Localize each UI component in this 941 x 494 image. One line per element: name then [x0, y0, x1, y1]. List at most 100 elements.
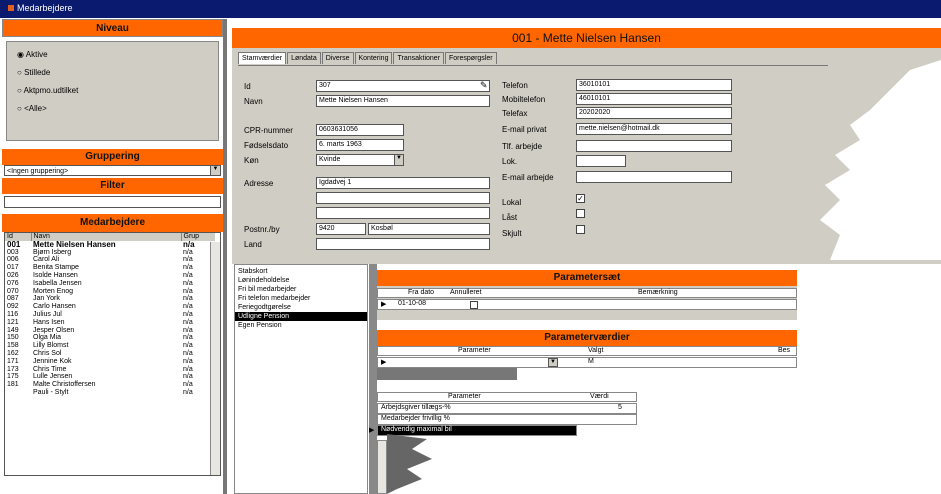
employee-name: Carol Ali — [33, 256, 60, 264]
chevron-down-icon[interactable]: ▼ — [394, 155, 403, 165]
employee-id: 076 — [7, 279, 19, 287]
table-row[interactable]: 092 Carlo Hansen n/a — [5, 303, 215, 311]
tab-4[interactable]: Transaktioner — [393, 52, 445, 64]
chevron-down-icon[interactable]: ▼ — [210, 166, 220, 175]
lok-field[interactable] — [576, 155, 626, 167]
annulleret-checkbox[interactable] — [470, 301, 478, 309]
mobil-field[interactable]: 46010101 — [576, 93, 732, 105]
table-row[interactable]: 003 Bjørn Isberg n/a — [5, 249, 215, 257]
list-item[interactable]: Lønindeholdelse — [235, 276, 367, 285]
email-privat-field[interactable]: mette.nielsen@hotmail.dk — [576, 123, 732, 135]
column-parameter[interactable]: Parameter — [458, 347, 491, 354]
niveau-option[interactable]: ○ Aktpmo.udtilket — [17, 86, 78, 104]
email-arbejde-field[interactable] — [576, 171, 732, 183]
list-item[interactable]: Stabskort — [235, 267, 367, 276]
employee-id: 003 — [7, 248, 19, 256]
employee-name: Malte Christoffersen — [33, 381, 96, 389]
splitter[interactable] — [369, 264, 377, 494]
niveau-option[interactable]: ○ Stillede — [17, 68, 78, 86]
tab-3[interactable]: Kontering — [354, 52, 393, 64]
table-row[interactable]: 162 Chris Sol n/a — [5, 350, 215, 358]
fradato-value: 01-10-08 — [398, 300, 427, 307]
column-annulleret[interactable]: Annulleret — [450, 289, 482, 296]
column-bemaerkning[interactable]: Bemærkning — [638, 289, 678, 296]
table-row[interactable]: Medarbejder frivillig % — [377, 414, 637, 425]
niveau-option[interactable]: ◉ Aktive — [17, 50, 78, 68]
row-pointer-icon: ▶ — [381, 301, 387, 308]
table-row[interactable]: 116 Julius Jul n/a — [5, 311, 215, 319]
radio-icon[interactable]: ○ — [17, 86, 22, 95]
left-panel: Niveau ◉ Aktive ○ Stillede ○ Aktpmo.udtilk… — [2, 19, 227, 494]
tab-0[interactable]: Stamværdier — [238, 52, 287, 64]
employee-name: Chris Time — [33, 365, 67, 373]
adresse-field-1[interactable]: Igdadvej 1 — [316, 177, 490, 189]
table-row[interactable]: 171 Jennine Kok n/a — [5, 358, 215, 366]
table-row[interactable]: Arbejdsgiver tillægs-% 5 — [377, 403, 637, 414]
employee-id: 150 — [7, 334, 19, 342]
land-field[interactable] — [316, 238, 490, 250]
telefon-field[interactable]: 36010101 — [576, 79, 732, 91]
title-bar: Medarbejdere — [0, 0, 941, 18]
list-item[interactable]: Udligne Pension — [235, 312, 367, 321]
table-row[interactable]: 017 Benita Stampe n/a — [5, 264, 215, 272]
parametervaerdier-row[interactable]: ▶ ▼ M — [377, 357, 797, 368]
table-row[interactable]: 181 Malte Christoffersen n/a — [5, 381, 215, 389]
employees-scrollbar[interactable] — [210, 242, 220, 475]
table-row[interactable]: 121 Hans Isen n/a — [5, 319, 215, 327]
radio-icon[interactable]: ○ — [17, 68, 22, 77]
gruppering-select[interactable]: <Ingen gruppering> ▼ — [4, 165, 221, 176]
telefax-field[interactable]: 20202020 — [576, 107, 732, 119]
radio-icon[interactable]: ○ — [17, 104, 22, 113]
table-row[interactable]: 158 Lilly Blomst n/a — [5, 342, 215, 350]
radio-icon[interactable]: ◉ — [17, 50, 24, 59]
table-row[interactable]: 150 Olga Mia n/a — [5, 334, 215, 342]
column-valgt[interactable]: Valgt — [588, 347, 603, 354]
list-item[interactable]: Fri telefon medarbejder — [235, 294, 367, 303]
table-row[interactable]: 076 Isabella Jensen n/a — [5, 280, 215, 288]
parametersaet-row[interactable]: ▶ 01-10-08 — [377, 299, 797, 310]
tab-5[interactable]: Forespørgsler — [445, 52, 497, 64]
table-row[interactable]: 026 Isolde Hansen n/a — [5, 272, 215, 280]
filter-input[interactable] — [4, 196, 221, 208]
list-item[interactable]: Fri bil medarbejder — [235, 285, 367, 294]
kon-select[interactable]: Kvinde ▼ — [316, 154, 404, 166]
tab-1[interactable]: Løndata — [287, 52, 321, 64]
table-row[interactable]: 149 Jesper Olsen n/a — [5, 327, 215, 335]
sub-param: Medarbejder frivillig % — [381, 415, 450, 422]
tab-divider — [238, 65, 828, 66]
employee-name: Pauli - Stylt — [33, 388, 69, 396]
niveau-option[interactable]: ○ <Alle> — [17, 104, 78, 122]
column-sub-vaerdi[interactable]: Værdi — [590, 393, 609, 400]
column-fradato[interactable]: Fra dato — [408, 289, 434, 296]
window-title: Medarbejdere — [17, 3, 73, 13]
list-item[interactable]: Egen Pension — [235, 321, 367, 330]
sub-scrollbar[interactable] — [377, 440, 387, 494]
list-item[interactable]: Feriegodtgørelse — [235, 303, 367, 312]
laast-checkbox[interactable] — [576, 209, 585, 218]
table-row[interactable]: 173 Chris Time n/a — [5, 366, 215, 374]
lokal-checkbox[interactable]: ✓ — [576, 194, 585, 203]
column-sub-parameter[interactable]: Parameter — [448, 393, 481, 400]
table-row[interactable]: 006 Carol Ali n/a — [5, 256, 215, 264]
by-field[interactable]: Kosbøl — [368, 223, 490, 235]
tlf-arbejde-field[interactable] — [576, 140, 732, 152]
employee-name: Jesper Olsen — [33, 326, 75, 334]
cpr-field[interactable]: 0603631056 — [316, 124, 404, 136]
edit-icon[interactable]: ✎ — [480, 80, 488, 91]
fodsel-field[interactable]: 6. marts 1963 — [316, 139, 404, 151]
skjult-checkbox[interactable] — [576, 225, 585, 234]
column-bes[interactable]: Bes — [778, 347, 790, 354]
chevron-down-icon[interactable]: ▼ — [548, 358, 558, 367]
adresse-field-2[interactable] — [316, 192, 490, 204]
adresse-field-3[interactable] — [316, 207, 490, 219]
employee-id: 121 — [7, 318, 19, 326]
table-row[interactable]: 001 Mette Nielsen Hansen n/a — [5, 240, 215, 249]
table-row[interactable]: Pauli - Stylt n/a — [5, 389, 215, 397]
tab-2[interactable]: Diverse — [321, 52, 354, 64]
table-row[interactable]: 175 Lulle Jensen n/a — [5, 373, 215, 381]
navn-field[interactable]: Mette Nielsen Hansen — [316, 95, 490, 107]
id-field[interactable]: 307 — [316, 80, 490, 92]
table-row[interactable]: 087 Jan York n/a — [5, 295, 215, 303]
table-row[interactable]: 070 Morten Enog n/a — [5, 288, 215, 296]
postnr-field[interactable]: 9420 — [316, 223, 366, 235]
